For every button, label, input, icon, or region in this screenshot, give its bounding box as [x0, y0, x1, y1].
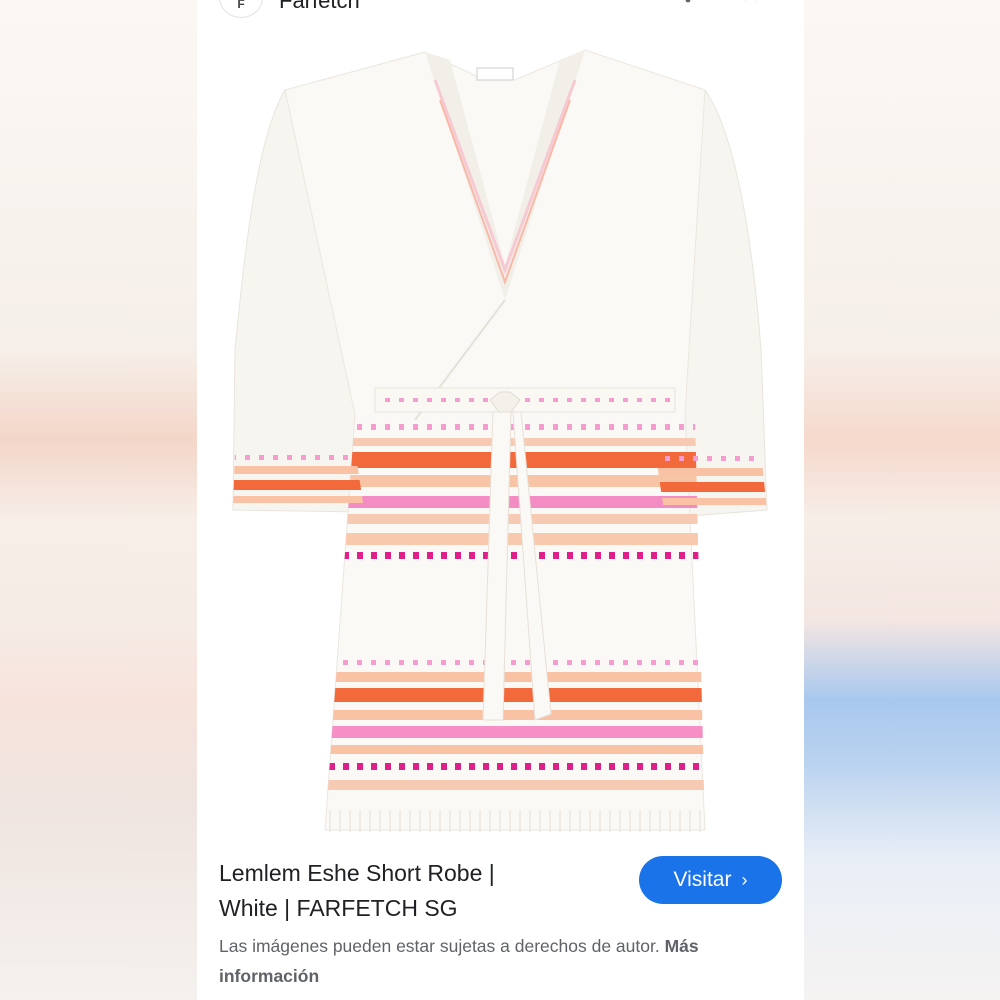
- image-preview-card: F Farfetch ✕: [197, 0, 804, 1000]
- visit-button[interactable]: Visitar ›: [639, 856, 782, 904]
- site-favicon-icon[interactable]: F: [219, 0, 263, 18]
- blurred-backdrop-left: [0, 0, 205, 1000]
- copyright-note: Las imágenes pueden estar sujetas a dere…: [219, 931, 709, 991]
- more-options-icon[interactable]: [681, 0, 695, 4]
- close-icon[interactable]: ✕: [741, 0, 763, 6]
- result-title-line2: White | FARFETCH SG: [219, 895, 458, 921]
- copyright-note-text: Las imágenes pueden estar sujetas a dere…: [219, 936, 660, 956]
- blurred-backdrop-right: [804, 0, 1000, 1000]
- result-title-line1: Lemlem Eshe Short Robe |: [219, 860, 495, 886]
- card-header: F Farfetch ✕: [197, 0, 804, 18]
- chevron-right-icon: ›: [741, 869, 748, 890]
- product-image-robe[interactable]: [215, 20, 786, 840]
- site-name[interactable]: Farfetch: [279, 0, 360, 14]
- result-title[interactable]: Lemlem Eshe Short Robe | White | FARFETC…: [219, 856, 599, 926]
- visit-button-label: Visitar: [673, 868, 732, 891]
